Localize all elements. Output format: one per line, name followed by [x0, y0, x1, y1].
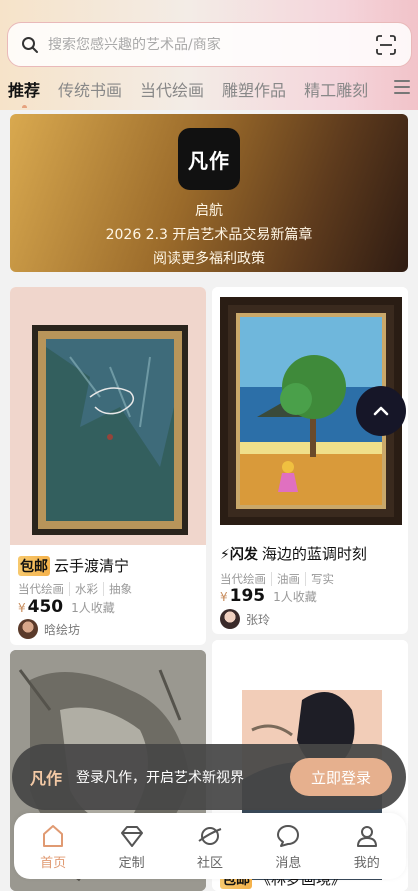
scroll-to-top-button[interactable] — [356, 386, 406, 436]
favorites-count: 1人收藏 — [71, 601, 115, 615]
nav-item-mine[interactable]: 我的 — [337, 822, 397, 871]
nav-item-messages[interactable]: 消息 — [258, 822, 318, 871]
search-input[interactable] — [48, 36, 373, 53]
seller-avatar — [18, 619, 38, 639]
badge-text: 闪发 — [229, 546, 258, 563]
tab-recommend[interactable]: 推荐 — [8, 77, 40, 108]
tag: 写实 — [305, 572, 334, 586]
seller-avatar — [220, 609, 240, 629]
price-value: 195 — [229, 586, 266, 606]
login-prompt-text: 登录凡作，开启艺术新视界 — [76, 770, 245, 786]
product-price: ¥ 450 1人收藏 — [18, 597, 115, 617]
banner-title: 启航 — [195, 203, 223, 219]
search-icon — [20, 35, 40, 55]
favorites-count: 1人收藏 — [273, 590, 317, 604]
category-tabs: 推荐 传统书画 当代绘画 雕塑作品 精工雕刻 — [0, 70, 418, 108]
chevron-up-icon — [373, 406, 389, 416]
nav-item-home[interactable]: 首页 — [23, 822, 83, 871]
nav-label: 消息 — [275, 855, 302, 871]
product-tags: 当代绘画 油画 写实 — [220, 571, 334, 587]
user-icon — [353, 822, 381, 850]
message-icon — [274, 822, 302, 850]
tab-sculpture[interactable]: 雕塑作品 — [222, 77, 286, 101]
product-image — [10, 287, 206, 545]
menu-icon[interactable] — [394, 80, 410, 94]
seller-info[interactable]: 晗绘坊 — [18, 619, 80, 639]
nav-label: 首页 — [40, 855, 67, 871]
nav-item-community[interactable]: 社区 — [180, 822, 240, 871]
tab-carving[interactable]: 精工雕刻 — [304, 77, 368, 101]
product-price: ¥ 195 1人收藏 — [220, 586, 317, 606]
currency-symbol: ¥ — [18, 601, 26, 615]
scan-icon[interactable] — [373, 32, 399, 58]
nav-label: 定制 — [118, 855, 145, 871]
tag: 油画 — [271, 572, 300, 586]
tag: 当代绘画 — [220, 572, 266, 586]
product-card[interactable]: ⚡闪发 海边的蓝调时刻 当代绘画 油画 写实 ¥ 195 1人收藏 张玲 — [212, 287, 408, 634]
product-title: 包邮 云手渡清宁 — [18, 555, 129, 576]
product-title: ⚡闪发 海边的蓝调时刻 — [220, 543, 367, 564]
home-icon — [39, 822, 67, 850]
free-shipping-badge: 包邮 — [18, 555, 50, 576]
login-button[interactable]: 立即登录 — [290, 758, 392, 796]
nav-label: 我的 — [353, 855, 380, 871]
search-bar[interactable] — [7, 22, 412, 67]
bottom-navigation: 首页 定制 社区 消息 我的 — [14, 813, 406, 879]
banner-line-1: 2026 2.3 开启艺术品交易新篇章 — [105, 227, 313, 243]
tag: 当代绘画 — [18, 582, 64, 596]
product-name: 海边的蓝调时刻 — [261, 545, 367, 563]
tag: 水彩 — [69, 582, 98, 596]
app-logo: 凡作 — [178, 128, 240, 190]
planet-icon — [196, 822, 224, 850]
banner-line-2: 阅读更多福利政策 — [153, 251, 265, 267]
flash-ship-badge: ⚡闪发 — [220, 546, 258, 563]
product-tags: 当代绘画 水彩 抽象 — [18, 581, 132, 597]
login-prompt-bar: 凡作 登录凡作，开启艺术新视界 立即登录 — [12, 744, 406, 810]
diamond-icon — [118, 822, 146, 850]
currency-symbol: ¥ — [220, 590, 228, 604]
seller-name: 晗绘坊 — [44, 622, 81, 637]
price-value: 450 — [27, 597, 64, 617]
promo-banner[interactable]: 凡作 启航 2026 2.3 开启艺术品交易新篇章 阅读更多福利政策 — [10, 114, 408, 272]
seller-info[interactable]: 张玲 — [220, 609, 270, 629]
tab-contemporary-painting[interactable]: 当代绘画 — [140, 77, 204, 101]
nav-item-custom[interactable]: 定制 — [102, 822, 162, 871]
nav-label: 社区 — [196, 855, 223, 871]
login-logo: 凡作 — [30, 769, 63, 788]
product-name: 云手渡清宁 — [54, 557, 130, 575]
tag: 抽象 — [103, 582, 132, 596]
tab-traditional-painting[interactable]: 传统书画 — [58, 77, 122, 101]
seller-name: 张玲 — [246, 612, 271, 627]
product-card[interactable]: 包邮 云手渡清宁 当代绘画 水彩 抽象 ¥ 450 1人收藏 晗绘坊 — [10, 287, 206, 645]
